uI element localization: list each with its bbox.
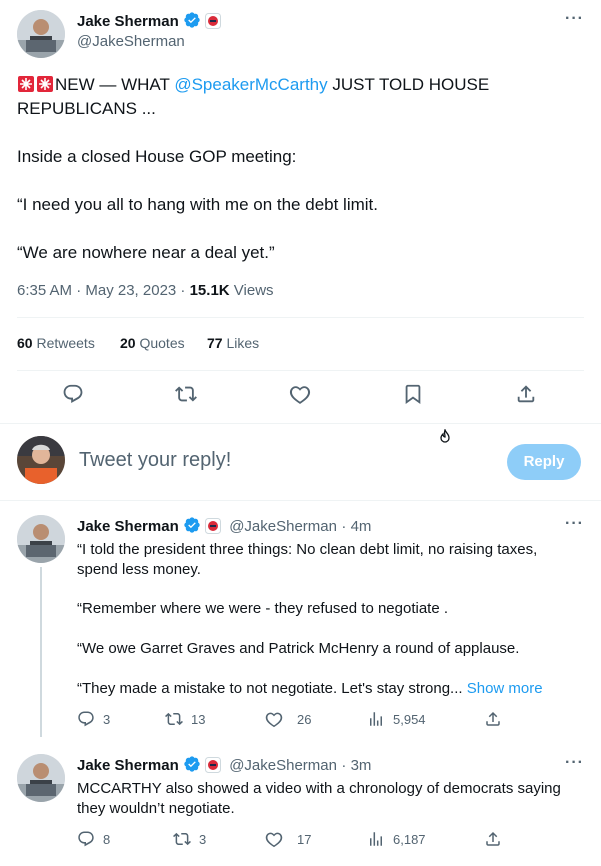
author-handle[interactable]: @JakeSherman bbox=[77, 33, 185, 50]
more-icon[interactable]: ··· bbox=[565, 754, 584, 772]
share-icon[interactable] bbox=[515, 383, 537, 410]
tweet-timestamp-row: 6:35 AM · May 23, 2023 · 15.1K Views bbox=[17, 282, 274, 299]
likes-label: Likes bbox=[222, 335, 260, 351]
retweets-count: 60 bbox=[17, 335, 33, 351]
heart-icon[interactable] bbox=[289, 383, 311, 410]
like-action[interactable]: 17 bbox=[265, 830, 311, 848]
reply-text-line5-body: “They made a mistake to not negotiate. L… bbox=[77, 680, 463, 697]
reply-author-avatar[interactable] bbox=[17, 515, 65, 563]
reply-count: 3 bbox=[103, 711, 111, 727]
politico-badge-icon[interactable] bbox=[204, 518, 221, 539]
tweet-timestamp[interactable]: 6:35 AM · May 23, 2023 · bbox=[17, 282, 190, 299]
reply-timestamp[interactable]: · 4m bbox=[341, 518, 371, 535]
tweet-paragraph-3: “I need you all to hang with me on the d… bbox=[17, 195, 378, 214]
share-icon[interactable] bbox=[484, 830, 502, 853]
tweet-text-prefix: NEW — WHAT bbox=[55, 75, 175, 94]
divider bbox=[0, 500, 601, 501]
politico-badge-icon[interactable] bbox=[204, 757, 221, 778]
views-count: 5,954 bbox=[393, 711, 426, 727]
reply-text-line2: they wouldn’t negotiate. bbox=[77, 800, 235, 817]
views-count: 15.1K bbox=[189, 282, 230, 299]
reply-author-avatar[interactable] bbox=[17, 754, 65, 802]
reply-icon[interactable] bbox=[62, 383, 84, 410]
verified-badge-icon[interactable] bbox=[183, 11, 201, 34]
views-action[interactable]: 6,187 bbox=[367, 830, 426, 848]
author-name[interactable]: Jake Sherman bbox=[77, 13, 179, 30]
reply-text-line1: MCCARTHY also showed a video with a chro… bbox=[77, 780, 561, 797]
verified-badge-icon[interactable] bbox=[183, 755, 201, 778]
tweet-text-rest: JUST TOLD HOUSE bbox=[327, 75, 490, 94]
quotes-count: 20 bbox=[120, 335, 136, 351]
views-label: Views bbox=[229, 282, 274, 299]
current-user-avatar[interactable] bbox=[17, 436, 65, 484]
more-icon[interactable]: ··· bbox=[565, 10, 584, 28]
reply-text-line1: “I told the president three things: No c… bbox=[77, 541, 538, 558]
like-count: 26 bbox=[297, 711, 312, 727]
reply-author-name[interactable]: Jake Sherman bbox=[77, 518, 179, 535]
reply-author-name[interactable]: Jake Sherman bbox=[77, 757, 179, 774]
author-avatar[interactable] bbox=[17, 10, 65, 58]
reply-timestamp[interactable]: · 3m bbox=[341, 757, 371, 774]
bookmark-icon[interactable] bbox=[402, 383, 424, 410]
reply-author-handle[interactable]: @JakeSherman bbox=[229, 518, 337, 535]
reply-text-line3: “Remember where we were - they refused t… bbox=[77, 600, 449, 617]
divider bbox=[17, 317, 584, 318]
reply-action[interactable]: 3 bbox=[77, 710, 110, 728]
tweet-paragraph-4: “We are nowhere near a deal yet.” bbox=[17, 243, 275, 262]
reply-input[interactable]: Tweet your reply! bbox=[79, 449, 419, 475]
views-action[interactable]: 5,954 bbox=[367, 710, 426, 728]
tweet-paragraph-2: Inside a closed House GOP meeting: bbox=[17, 147, 297, 166]
reply-author-handle[interactable]: @JakeSherman bbox=[229, 757, 337, 774]
quotes-label: Quotes bbox=[135, 335, 185, 351]
tweet-text-line2: REPUBLICANS ... bbox=[17, 99, 156, 118]
divider bbox=[17, 370, 584, 371]
thread-connector bbox=[40, 567, 42, 737]
retweets-label: Retweets bbox=[32, 335, 95, 351]
reply-button[interactable]: Reply bbox=[507, 444, 581, 480]
likes-stat[interactable]: 77 Likes bbox=[207, 335, 259, 351]
like-action[interactable]: 26 bbox=[265, 710, 311, 728]
retweets-stat[interactable]: 60 Retweets bbox=[17, 335, 95, 351]
likes-count: 77 bbox=[207, 335, 223, 351]
verified-badge-icon[interactable] bbox=[183, 516, 201, 539]
like-count: 17 bbox=[297, 831, 312, 847]
divider bbox=[0, 423, 601, 424]
politico-badge-icon[interactable] bbox=[204, 13, 221, 34]
share-icon[interactable] bbox=[484, 710, 502, 733]
author-name-row: Jake Sherman bbox=[77, 11, 221, 34]
more-icon[interactable]: ··· bbox=[565, 515, 584, 533]
quotes-stat[interactable]: 20 Quotes bbox=[120, 335, 185, 351]
reply-text-line2: spend less money. bbox=[77, 561, 201, 578]
fire-icon bbox=[438, 427, 452, 450]
reply-header: Jake Sherman @JakeSherman · 4m bbox=[77, 516, 371, 539]
retweet-count: 3 bbox=[199, 831, 207, 847]
reply-count: 8 bbox=[103, 831, 111, 847]
reply-action[interactable]: 8 bbox=[77, 830, 110, 848]
retweet-count: 13 bbox=[191, 711, 206, 727]
views-count: 6,187 bbox=[393, 831, 426, 847]
reply-header: Jake Sherman @JakeSherman · 3m bbox=[77, 755, 371, 778]
tweet-text-line1: NEW — WHAT @SpeakerMcCarthy JUST TOLD HO… bbox=[17, 73, 489, 100]
retweet-icon[interactable] bbox=[175, 383, 197, 410]
show-more-link[interactable]: Show more bbox=[467, 680, 543, 697]
reply-text-line4: “We owe Garret Graves and Patrick McHenr… bbox=[77, 640, 520, 657]
retweet-action[interactable]: 13 bbox=[165, 710, 205, 728]
mention-link[interactable]: @SpeakerMcCarthy bbox=[174, 75, 327, 94]
retweet-action[interactable]: 3 bbox=[173, 830, 206, 848]
reply-text-line5: “They made a mistake to not negotiate. L… bbox=[77, 679, 543, 699]
